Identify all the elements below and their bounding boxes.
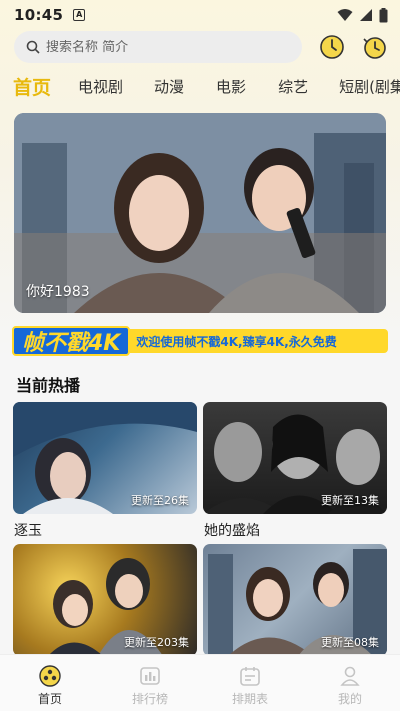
- episode-badge: 更新至203集: [124, 636, 189, 649]
- category-tabs: 首页 电视剧 动漫 电影 综艺 短剧(剧集: [0, 70, 400, 102]
- nav-profile[interactable]: 我的: [300, 655, 400, 711]
- search-row: [14, 31, 390, 63]
- profile-icon: [340, 666, 360, 686]
- tab-movies[interactable]: 电影: [216, 76, 246, 97]
- home-icon: [39, 665, 61, 687]
- search-input[interactable]: [46, 39, 276, 55]
- video-card[interactable]: 更新至26集 逐玉: [13, 402, 197, 540]
- promo-banner[interactable]: 帧不戳4K 欢迎使用帧不戳4K,臻享4K,永久免费: [12, 324, 388, 358]
- video-card[interactable]: 更新至13集 她的盛焰: [203, 402, 387, 540]
- search-icon: [26, 40, 40, 54]
- nav-profile-label: 我的: [337, 692, 362, 706]
- ranking-icon: [140, 667, 160, 685]
- video-title: 逐玉: [14, 523, 42, 539]
- wifi-icon: [337, 9, 353, 21]
- video-thumbnail: 更新至08集: [203, 544, 387, 656]
- schedule-button[interactable]: [361, 34, 387, 60]
- tab-short-drama[interactable]: 短剧(剧集: [339, 76, 400, 97]
- video-card[interactable]: 更新至08集: [203, 544, 387, 662]
- episode-badge: 更新至13集: [321, 494, 379, 507]
- featured-banner[interactable]: 你好1983: [14, 113, 386, 313]
- promo-logo: 帧不戳4K: [12, 326, 131, 356]
- calendar-icon: [240, 667, 260, 686]
- promo-text: 欢迎使用帧不戳4K,臻享4K,永久免费: [130, 329, 388, 353]
- clock: 10:45: [14, 6, 64, 24]
- video-title: 她的盛焰: [204, 523, 260, 539]
- nav-schedule-label: 排期表: [231, 692, 268, 706]
- video-card[interactable]: 更新至203集: [13, 544, 197, 662]
- nav-ranking[interactable]: 排行榜: [100, 655, 200, 711]
- episode-badge: 更新至26集: [131, 494, 189, 507]
- signal-icon: [360, 9, 372, 21]
- notification-icon: A: [73, 9, 86, 21]
- tab-variety[interactable]: 综艺: [278, 76, 308, 97]
- tab-anime[interactable]: 动漫: [154, 76, 184, 97]
- history-icon: [320, 35, 344, 59]
- episode-badge: 更新至08集: [321, 636, 379, 649]
- tab-tv-series[interactable]: 电视剧: [78, 76, 123, 97]
- nav-home-label: 首页: [37, 692, 62, 706]
- video-thumbnail: 更新至203集: [13, 544, 197, 656]
- battery-icon: [379, 7, 388, 22]
- video-thumbnail: 更新至26集: [13, 402, 197, 514]
- banner-caption: 你好1983: [26, 284, 90, 300]
- nav-ranking-label: 排行榜: [131, 692, 168, 706]
- status-bar: 10:45 A: [0, 0, 400, 30]
- nav-home[interactable]: 首页: [0, 655, 100, 711]
- nav-schedule[interactable]: 排期表: [200, 655, 300, 711]
- tab-home[interactable]: 首页: [13, 73, 51, 100]
- section-title: 当前热播: [16, 376, 81, 395]
- bottom-nav: 首页 排行榜 排期表 我的: [0, 654, 400, 711]
- clock-history-icon: [363, 37, 386, 59]
- history-button[interactable]: [319, 34, 345, 60]
- search-box[interactable]: [14, 31, 302, 63]
- video-thumbnail: 更新至13集: [203, 402, 387, 514]
